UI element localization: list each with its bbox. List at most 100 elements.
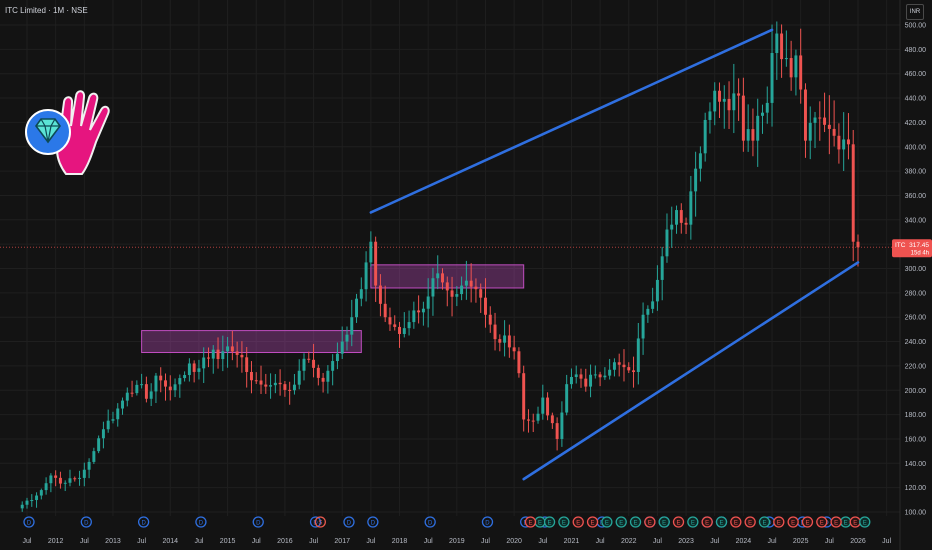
y-tick-label: 360.00 (905, 193, 927, 200)
candle-body (641, 314, 645, 339)
candle-body (101, 429, 105, 439)
candle-body (751, 129, 755, 141)
candle-body (507, 335, 511, 348)
candle-body (183, 375, 187, 379)
event-marker-letter: D (141, 520, 146, 526)
candle-body (402, 328, 406, 334)
x-tick-label: Jul (710, 538, 719, 545)
y-axis[interactable]: 100.00 120.00 140.00 160.00 180.00 200.00 220.… (905, 23, 927, 517)
x-tick-label: Jul (882, 538, 891, 545)
candle-body (455, 294, 459, 297)
candle-body (579, 374, 583, 379)
candle-body (278, 382, 282, 385)
event-marker-letter: D (428, 520, 433, 526)
y-tick-label: 220.00 (905, 363, 927, 370)
candle-body (140, 384, 144, 386)
x-tick-label: 2018 (392, 538, 408, 545)
candle-body (574, 374, 578, 377)
x-tick-label: 2013 (105, 538, 121, 545)
candle-body (555, 423, 559, 439)
candle-body (130, 392, 134, 394)
candle-body (565, 384, 569, 413)
candle-body (689, 191, 693, 225)
currency-button[interactable]: INR (906, 4, 924, 20)
candle-body (144, 384, 148, 399)
candle-body (68, 478, 72, 483)
candle-body (388, 317, 392, 325)
candle-body (331, 361, 335, 371)
candle-body (49, 475, 53, 484)
x-tick-label: Jul (825, 538, 834, 545)
candle-body (732, 93, 736, 111)
candle-body (245, 357, 249, 372)
candle-body (837, 135, 841, 150)
candle-body (445, 282, 449, 291)
event-marker-letter: E (853, 520, 857, 526)
candle-body (741, 95, 745, 141)
candle-body (421, 308, 425, 313)
candle-body (350, 317, 354, 335)
event-marker-letter: D (371, 520, 376, 526)
event-marker-letter: D (256, 520, 261, 526)
x-tick-label: 2026 (850, 538, 866, 545)
candle-body (460, 285, 464, 295)
x-tick-label: Jul (80, 538, 89, 545)
x-axis[interactable]: Jul 2012 Jul 2013 Jul 2014 Jul 2015 Jul 2016 Jul 20… (23, 538, 892, 545)
x-tick-label: Jul (23, 538, 32, 545)
event-marker-letter: E (705, 520, 709, 526)
event-marker-letter: E (528, 520, 532, 526)
candle-body (316, 367, 320, 378)
candle-body (856, 241, 860, 248)
candle-body (803, 89, 807, 141)
event-marker-letter: E (548, 520, 552, 526)
candle-body (345, 334, 349, 342)
candle-body (97, 438, 101, 452)
candle-body (292, 384, 296, 391)
candle-body (469, 280, 473, 287)
candle-body (517, 351, 521, 374)
price-tag-symbol: ITC (895, 242, 906, 249)
candle-body (135, 384, 139, 394)
candle-body (92, 451, 96, 462)
candle-body (149, 391, 153, 399)
last-price-label: ITC 317.4515d 4h (892, 239, 932, 258)
candle-body (302, 358, 306, 371)
x-tick-label: 2019 (449, 538, 465, 545)
candle-body (240, 354, 244, 358)
candle-body (30, 500, 34, 502)
event-marker-letter: E (748, 520, 752, 526)
event-markers: DDDDDDDDDDDDDDDDDDDDSEEEEEEEEEEEEEEEEEEE… (23, 516, 871, 528)
candle-body (665, 229, 669, 257)
candle-body (813, 117, 817, 123)
y-tick-label: 340.00 (905, 217, 927, 224)
event-marker-letter: E (634, 520, 638, 526)
candle-body (784, 58, 788, 60)
candle-body (660, 256, 664, 280)
y-tick-label: 160.00 (905, 436, 927, 443)
candle-body (627, 367, 631, 371)
candle-body (288, 389, 292, 391)
candle-body (154, 375, 158, 392)
candle-body (584, 378, 588, 387)
candle-body (851, 144, 855, 242)
candle-body (111, 419, 115, 421)
event-marker-letter: E (662, 520, 666, 526)
x-tick-label: Jul (194, 538, 203, 545)
price-chart[interactable]: 100.00 120.00 140.00 160.00 180.00 200.00 220.… (0, 0, 932, 550)
candle-body (493, 324, 497, 340)
candle-body (593, 374, 597, 376)
candle-body (550, 415, 554, 424)
chart-title: ITC Limited · 1M · NSE (5, 6, 88, 15)
x-tick-label: 2017 (334, 538, 350, 545)
candle-body (536, 413, 540, 421)
y-tick-label: 100.00 (905, 510, 927, 517)
candle-body (230, 346, 234, 352)
candle-body (775, 33, 779, 54)
candle-body (823, 117, 827, 125)
candle-body (464, 280, 468, 286)
candle-body (526, 419, 530, 421)
candle-body (512, 347, 516, 352)
y-tick-label: 300.00 (905, 266, 927, 273)
candle-body (636, 338, 640, 372)
y-tick-label: 460.00 (905, 71, 927, 78)
